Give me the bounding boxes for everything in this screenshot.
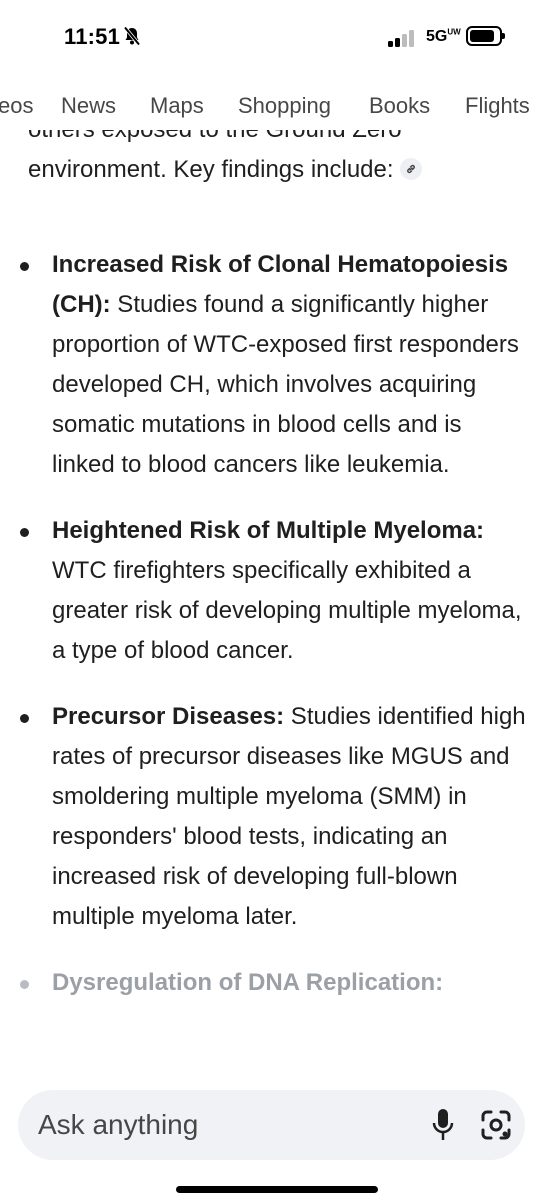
list-item: Precursor Diseases: Studies identified h…: [0, 697, 530, 937]
finding-title: Heightened Risk of Multiple Myeloma:: [52, 517, 485, 544]
tab-videos[interactable]: eos: [0, 93, 33, 119]
ask-placeholder: Ask anything: [38, 1109, 199, 1140]
tab-flights[interactable]: Flights: [465, 93, 530, 119]
bullet-icon: [20, 262, 29, 271]
ai-overview-content: others exposed to the Ground Zero enviro…: [0, 130, 554, 1070]
finding-body: Studies identified high rates of precurs…: [52, 703, 526, 930]
status-bar: 11:51 5GUW: [0, 0, 554, 70]
list-item: Increased Risk of Clonal Hematopoiesis (…: [0, 245, 530, 485]
home-indicator[interactable]: [176, 1186, 378, 1193]
tab-books[interactable]: Books: [369, 93, 430, 119]
tab-shopping[interactable]: Shopping: [238, 93, 331, 119]
findings-list: Increased Risk of Clonal Hematopoiesis (…: [0, 245, 554, 1029]
finding-title: Precursor Diseases:: [52, 703, 285, 730]
list-item: Dysregulation of DNA Replication:: [0, 963, 530, 1003]
search-tabs: eos News Maps Shopping Books Flights: [0, 84, 554, 130]
link-icon[interactable]: [399, 157, 422, 180]
finding-title: Dysregulation of DNA Replication:: [52, 969, 444, 996]
silent-bell-icon: [123, 26, 141, 51]
intro-text: others exposed to the Ground Zero enviro…: [28, 130, 402, 183]
tab-news[interactable]: News: [61, 93, 116, 119]
finding-body: WTC firefighters specifically exhibited …: [52, 557, 522, 664]
bullet-icon: [20, 714, 29, 723]
finding-body: Studies found a significantly higher pro…: [52, 291, 519, 478]
intro-paragraph: others exposed to the Ground Zero enviro…: [28, 130, 528, 190]
content-fade: [0, 1010, 554, 1080]
tab-maps[interactable]: Maps: [150, 93, 204, 119]
network-type: 5GUW: [426, 27, 461, 45]
mic-icon[interactable]: [432, 1108, 454, 1142]
bullet-icon: [20, 980, 29, 989]
battery-icon: [466, 26, 505, 46]
ask-anything-input[interactable]: Ask anything: [18, 1090, 525, 1160]
list-item: Heightened Risk of Multiple Myeloma: WTC…: [0, 511, 530, 671]
lens-icon[interactable]: [480, 1109, 512, 1141]
bullet-icon: [20, 528, 29, 537]
status-time: 11:51: [64, 24, 121, 49]
cellular-signal-icon: [388, 29, 420, 47]
